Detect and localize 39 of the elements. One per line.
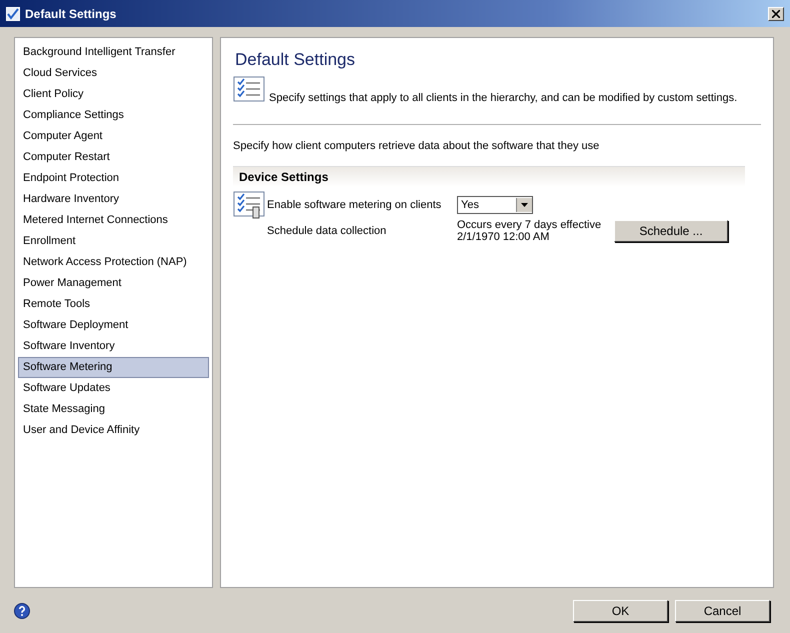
sidebar-item[interactable]: Compliance Settings <box>18 105 209 126</box>
schedule-text: Occurs every 7 days effective <box>457 219 602 231</box>
close-icon <box>772 10 780 18</box>
sidebar-item[interactable]: Power Management <box>18 273 209 294</box>
sidebar-item[interactable]: User and Device Affinity <box>18 420 209 441</box>
checkmark-icon <box>6 6 20 20</box>
sidebar-item[interactable]: Software Updates <box>18 378 209 399</box>
dropdown-arrow-icon <box>521 203 528 207</box>
sidebar-item[interactable]: Metered Internet Connections <box>18 210 209 231</box>
dialog-button[interactable]: OK <box>573 600 668 622</box>
sidebar-item[interactable]: Endpoint Protection <box>18 168 209 189</box>
sidebar-item[interactable]: Software Inventory <box>18 336 209 357</box>
close-button[interactable] <box>768 6 784 20</box>
sidebar-item[interactable]: Remote Tools <box>18 294 209 315</box>
description-text: Specify settings that apply to all clients in the hierarchy, and can be modified by custom settings. <box>269 92 738 104</box>
panel-heading: Default Settings <box>235 50 356 70</box>
schedule-button[interactable]: Schedule ... <box>614 220 728 242</box>
sidebar-item[interactable]: Enrollment <box>18 231 209 252</box>
sidebar-item[interactable]: Network Access Protection (NAP) <box>18 252 209 273</box>
checklist-icon <box>233 76 265 104</box>
help-icon <box>14 602 30 618</box>
sidebar-item[interactable]: Hardware Inventory <box>18 189 209 210</box>
schedule-text: 2/1/1970 12:00 AM <box>457 231 550 243</box>
window-title: Default Settings <box>25 6 118 20</box>
setting-label: Enable software metering on clients <box>267 199 442 211</box>
sidebar-item[interactable]: Background Intelligent Transfer <box>18 42 209 63</box>
sidebar-item[interactable]: Computer Agent <box>18 126 209 147</box>
sidebar-item[interactable]: Client Policy <box>18 84 209 105</box>
dialog-button[interactable]: Cancel <box>675 600 770 622</box>
setting-label: Schedule data collection <box>267 225 388 237</box>
sidebar-item[interactable]: Software Deployment <box>18 315 209 336</box>
sidebar-item[interactable]: Cloud Services <box>18 63 209 84</box>
sidebar-item[interactable]: State Messaging <box>18 399 209 420</box>
section-header: Device Settings <box>233 166 745 187</box>
sidebar-item[interactable]: Computer Restart <box>18 147 209 168</box>
sidebar-item[interactable]: Software Metering <box>18 357 209 378</box>
dropdown[interactable]: Yes <box>457 196 533 214</box>
checklist-icon <box>233 191 265 219</box>
intro-text: Specify how client computers retrieve data about the software that they use <box>233 140 600 152</box>
